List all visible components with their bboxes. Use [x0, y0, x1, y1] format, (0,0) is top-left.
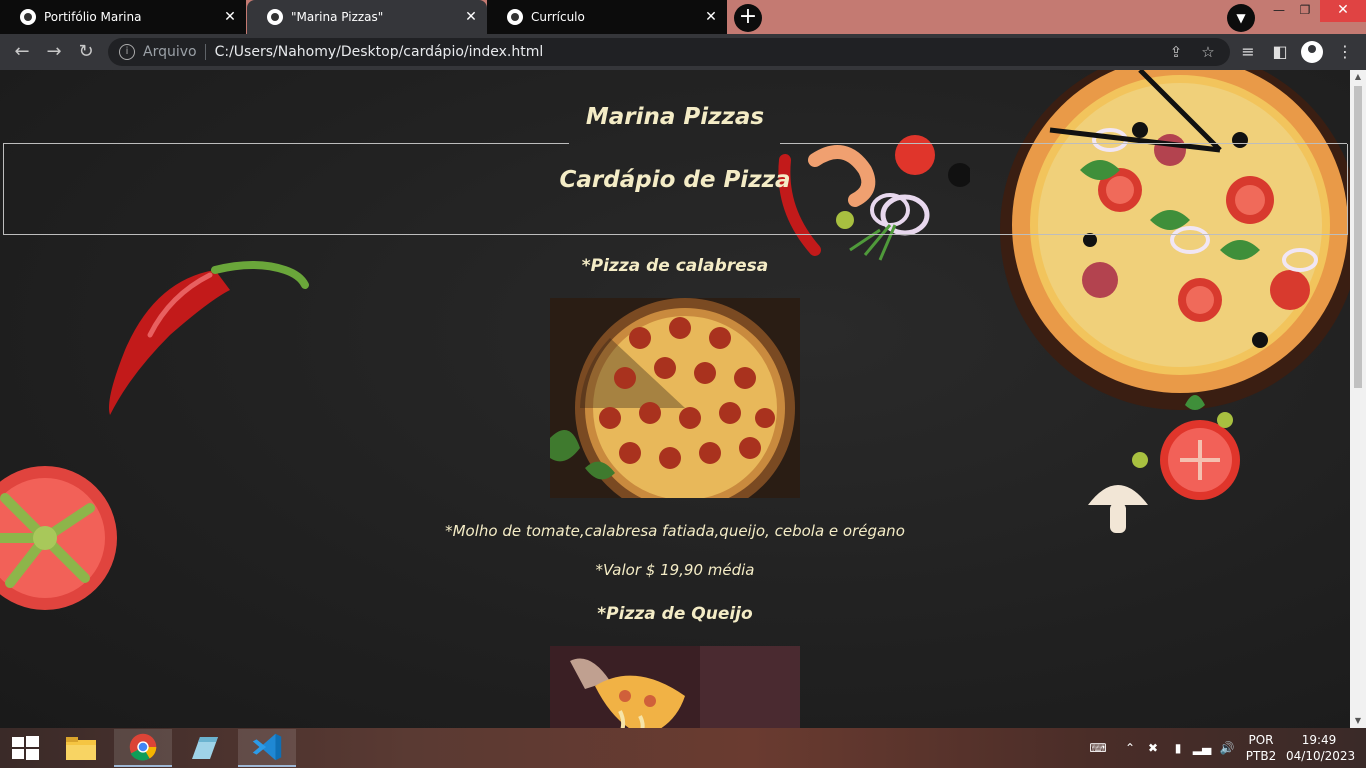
taskbar-clock[interactable]: 19:49 04/10/2023	[1286, 732, 1356, 764]
keyboard-layout: PTB2	[1245, 749, 1277, 763]
mushroom-tomato-illustration	[1088, 395, 1240, 533]
globe-icon	[267, 9, 283, 25]
pizza-calabresa-price: *Valor $ 19,90 média	[595, 561, 755, 579]
volume-icon[interactable]: 🔊	[1216, 728, 1238, 768]
site-title: Marina Pizzas	[585, 104, 765, 130]
pizza-queijo-photo	[550, 646, 800, 728]
clock-date: 04/10/2023	[1286, 749, 1356, 763]
windows-taskbar: ⌨ ⌃ ✖ ▮ ▂▄ 🔊 POR PTB2 19:49 04/10/2023	[0, 728, 1366, 768]
tab-strip: Portifólio Marina ✕ "Marina Pizzas" ✕ Cu…	[0, 0, 1366, 34]
language-code: POR	[1248, 733, 1274, 747]
page-viewport: Marina Pizzas Cardápio de Pizza *Pizza d…	[0, 70, 1350, 728]
globe-icon	[20, 9, 36, 25]
globe-icon	[507, 9, 523, 25]
close-tab-icon[interactable]: ✕	[461, 9, 481, 25]
file-explorer-icon[interactable]	[52, 729, 110, 767]
tab-title: Portifólio Marina	[44, 10, 142, 24]
chrome-icon[interactable]	[114, 729, 172, 767]
tab-marina-pizzas[interactable]: "Marina Pizzas" ✕	[247, 0, 487, 34]
side-panel-icon[interactable]: ◧	[1268, 40, 1292, 64]
network-disconnected-icon[interactable]: ✖	[1144, 728, 1162, 768]
pizza-calabresa-description: *Molho de tomate,calabresa fatiada,queij…	[445, 522, 905, 540]
reload-button[interactable]: ↻	[74, 40, 98, 64]
reading-list-icon[interactable]: ≡	[1236, 40, 1260, 64]
address-bar[interactable]: i Arquivo C:/Users/Nahomy/Desktop/cardáp…	[108, 38, 1230, 66]
tab-curriculo[interactable]: Currículo ✕	[487, 0, 727, 34]
touch-keyboard-icon[interactable]: ⌨	[1082, 728, 1114, 768]
share-icon[interactable]: ⇪	[1166, 42, 1186, 62]
show-hidden-icons-chevron-icon[interactable]: ⌃	[1122, 728, 1138, 768]
input-language-indicator[interactable]: POR PTB2	[1242, 732, 1280, 764]
menu-heading: Cardápio de Pizza	[559, 167, 791, 193]
page-scrollbar[interactable]: ▲ ▼	[1350, 70, 1366, 728]
back-button[interactable]: ←	[10, 40, 34, 64]
signal-icon[interactable]: ▂▄	[1192, 728, 1212, 768]
info-icon[interactable]: i	[119, 44, 135, 60]
tab-search-button[interactable]: ▼	[1227, 4, 1255, 32]
window-close-button[interactable]: ✕	[1320, 0, 1366, 22]
close-tab-icon[interactable]: ✕	[220, 9, 240, 25]
clock-time: 19:49	[1301, 733, 1337, 747]
browser-toolbar: ← → ↻ i Arquivo C:/Users/Nahomy/Desktop/…	[0, 34, 1366, 70]
forward-button[interactable]: →	[42, 40, 66, 64]
tab-title: "Marina Pizzas"	[291, 10, 384, 24]
windows-start-icon[interactable]	[0, 729, 50, 767]
pizza-calabresa-photo	[550, 298, 800, 498]
close-tab-icon[interactable]: ✕	[701, 9, 721, 25]
pizza-queijo-name: *Pizza de Queijo	[597, 604, 753, 624]
new-tab-button[interactable]: +	[734, 4, 762, 32]
pizza-calabresa-name: *Pizza de calabresa	[581, 256, 769, 276]
bookmark-star-icon[interactable]: ☆	[1198, 42, 1218, 62]
chili-pepper-illustration	[109, 261, 309, 415]
battery-icon[interactable]: ▮	[1168, 728, 1188, 768]
minimize-button[interactable]: —	[1266, 0, 1292, 22]
scrollbar-thumb[interactable]	[1354, 86, 1362, 388]
notepad-icon[interactable]	[176, 729, 234, 767]
profile-avatar[interactable]	[1301, 41, 1323, 63]
address-url[interactable]: C:/Users/Nahomy/Desktop/cardápio/index.h…	[215, 44, 544, 60]
scroll-down-arrow-icon[interactable]: ▼	[1350, 714, 1366, 728]
restore-button[interactable]: ❐	[1292, 0, 1318, 22]
address-scheme-label: Arquivo	[143, 44, 206, 60]
vscode-icon[interactable]	[238, 729, 296, 767]
menu-kebab-icon[interactable]: ⋮	[1333, 40, 1357, 64]
scroll-up-arrow-icon[interactable]: ▲	[1350, 70, 1366, 84]
tab-portfolio[interactable]: Portifólio Marina ✕	[0, 0, 246, 34]
tab-title: Currículo	[531, 10, 585, 24]
